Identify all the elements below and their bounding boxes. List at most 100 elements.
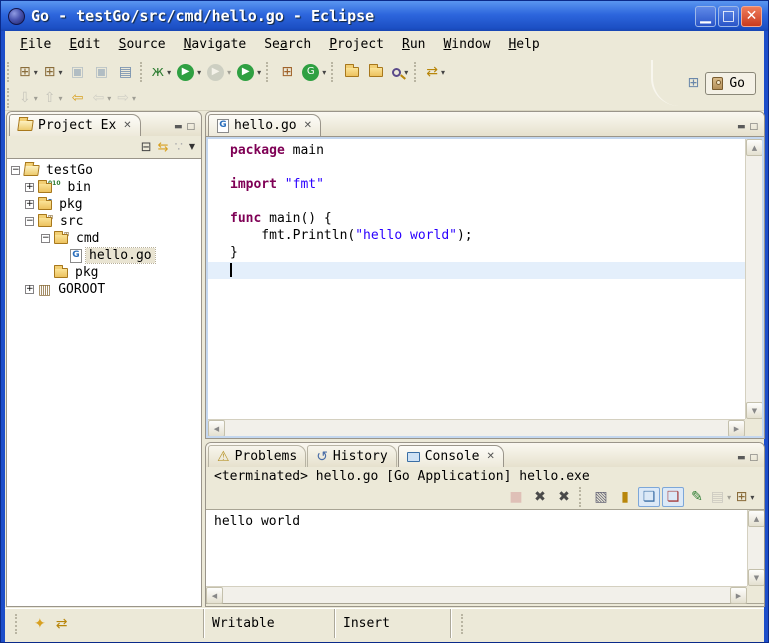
expander-icon[interactable]: + bbox=[25, 285, 34, 294]
display-console-button[interactable]: ▤▾ bbox=[710, 487, 732, 507]
expander-icon[interactable]: − bbox=[11, 166, 20, 175]
tree-item-pkg-2[interactable]: pkg bbox=[7, 264, 201, 281]
menu-project[interactable]: Project bbox=[320, 34, 393, 55]
maximize-editor-icon[interactable]: □ bbox=[749, 123, 758, 132]
expander-icon[interactable]: − bbox=[41, 234, 50, 243]
scroll-down-button[interactable]: ▼ bbox=[748, 569, 765, 586]
expander-icon[interactable]: + bbox=[25, 200, 34, 209]
maximize-button[interactable]: □ bbox=[718, 6, 739, 27]
scroll-up-button[interactable]: ▲ bbox=[748, 510, 765, 527]
scroll-left-button[interactable]: ◀ bbox=[206, 587, 223, 604]
console-horizontal-scrollbar[interactable]: ◀ ▶ bbox=[206, 586, 747, 603]
open-console-button[interactable]: ⊞▾ bbox=[734, 487, 756, 507]
tab-project-explorer[interactable]: Project Ex ✕ bbox=[9, 114, 141, 136]
scroll-down-button[interactable]: ▼ bbox=[746, 402, 762, 419]
console-vertical-scrollbar[interactable]: ▲ ▼ bbox=[747, 510, 764, 586]
clear-console-button[interactable]: ▧ bbox=[590, 487, 612, 507]
run-history-button[interactable]: ▶▾ bbox=[204, 60, 234, 84]
menu-file[interactable]: File bbox=[11, 34, 60, 55]
new-button[interactable]: ⊞▾ bbox=[16, 60, 41, 84]
collapse-all-icon[interactable]: ⊟ bbox=[141, 141, 152, 154]
menu-navigate[interactable]: Navigate bbox=[175, 34, 256, 55]
minimize-view-icon[interactable]: ▬ bbox=[174, 123, 183, 132]
tab-problems[interactable]: ⚠ Problems bbox=[208, 445, 306, 467]
dropdown-icon[interactable]: ▾ bbox=[441, 68, 445, 77]
dropdown-icon[interactable]: ▾ bbox=[197, 68, 201, 77]
minimize-button[interactable]: ▁ bbox=[695, 6, 716, 27]
minimize-editor-icon[interactable]: ▬ bbox=[737, 123, 746, 132]
tree-item-pkg[interactable]: + ▪ pkg bbox=[7, 196, 201, 213]
tree-item-src[interactable]: − ⊞ src bbox=[7, 213, 201, 230]
tree-item-goroot[interactable]: + ▥ GOROOT bbox=[7, 281, 201, 298]
terminate-button[interactable]: ■ bbox=[505, 487, 527, 507]
scroll-left-button[interactable]: ◀ bbox=[208, 420, 225, 436]
maximize-console-icon[interactable]: □ bbox=[749, 454, 758, 463]
previous-annotation-button[interactable]: ⇧▾ bbox=[41, 86, 66, 110]
scroll-lock-button[interactable]: ▮ bbox=[614, 487, 636, 507]
open-perspective-button[interactable]: ⊞ bbox=[681, 71, 705, 95]
save-all-button[interactable]: ▣ bbox=[90, 60, 114, 84]
run-button[interactable]: ▶▾ bbox=[174, 60, 204, 84]
menu-window[interactable]: Window bbox=[434, 34, 499, 55]
tab-hello-go[interactable]: G hello.go ✕ bbox=[208, 114, 321, 136]
dropdown-icon[interactable]: ▾ bbox=[404, 68, 408, 77]
scroll-right-button[interactable]: ▶ bbox=[728, 420, 745, 436]
dropdown-icon[interactable]: ▾ bbox=[322, 68, 326, 77]
view-switch-icon[interactable]: ⇄ bbox=[56, 617, 68, 631]
editor-horizontal-scrollbar[interactable]: ◀ ▶ bbox=[208, 419, 745, 436]
pin-console-button[interactable]: ✎ bbox=[686, 487, 708, 507]
dropdown-icon[interactable]: ▾ bbox=[750, 493, 754, 502]
next-annotation-button[interactable]: ⇩▾ bbox=[16, 86, 41, 110]
debug-button[interactable]: ж▾ bbox=[149, 60, 175, 84]
show-stderr-button[interactable]: ❏ bbox=[662, 487, 684, 507]
new-go-file-button[interactable]: G▾ bbox=[299, 60, 329, 84]
last-edit-location-button[interactable]: ⇦ bbox=[66, 86, 90, 110]
remove-all-launches-button[interactable]: ✖ bbox=[553, 487, 575, 507]
dropdown-icon[interactable]: ▾ bbox=[58, 68, 62, 77]
back-button[interactable]: ⇦▾ bbox=[90, 86, 115, 110]
menu-source[interactable]: Source bbox=[110, 34, 175, 55]
external-tools-button[interactable]: ▶▾ bbox=[234, 60, 264, 84]
save-button[interactable]: ▣ bbox=[66, 60, 90, 84]
tab-console[interactable]: Console ✕ bbox=[398, 445, 504, 467]
maximize-view-icon[interactable]: □ bbox=[186, 123, 195, 132]
code-editor[interactable]: package main import "fmt" func main() { … bbox=[208, 139, 762, 436]
new-project-button[interactable]: ⊞▾ bbox=[41, 60, 66, 84]
sync-button[interactable]: ⇄▾ bbox=[423, 60, 448, 84]
open-folder-button[interactable] bbox=[364, 60, 388, 84]
tree-item-hello-go[interactable]: G hello.go bbox=[7, 247, 201, 264]
editor-vertical-scrollbar[interactable]: ▲ ▼ bbox=[745, 139, 762, 419]
close-console-icon[interactable]: ✕ bbox=[487, 451, 495, 462]
close-view-icon[interactable]: ✕ bbox=[123, 120, 131, 131]
scroll-right-button[interactable]: ▶ bbox=[730, 587, 747, 604]
link-with-editor-icon[interactable]: ⇆ bbox=[158, 141, 169, 154]
console-output-area[interactable]: hello world ▲ ▼ ◀ ▶ bbox=[206, 509, 764, 604]
menu-run[interactable]: Run bbox=[393, 34, 434, 55]
menu-edit[interactable]: Edit bbox=[60, 34, 109, 55]
tab-history[interactable]: ↺ History bbox=[307, 445, 397, 467]
menu-search[interactable]: Search bbox=[255, 34, 320, 55]
expander-icon[interactable]: + bbox=[25, 183, 34, 192]
expander-icon[interactable]: − bbox=[25, 217, 34, 226]
print-button[interactable]: ▤ bbox=[114, 60, 138, 84]
show-stdout-button[interactable]: ❏ bbox=[638, 487, 660, 507]
new-go-package-button[interactable]: ⊞ bbox=[275, 60, 299, 84]
forward-button[interactable]: ⇨▾ bbox=[114, 86, 139, 110]
scroll-up-button[interactable]: ▲ bbox=[746, 139, 762, 156]
open-resource-button[interactable] bbox=[340, 60, 364, 84]
filters-icon[interactable]: ∵ bbox=[175, 141, 183, 154]
tree-item-testgo[interactable]: − testGo bbox=[7, 162, 201, 179]
menu-help[interactable]: Help bbox=[499, 34, 548, 55]
dropdown-icon[interactable]: ▾ bbox=[257, 68, 261, 77]
fast-view-icon[interactable]: ✦ bbox=[34, 617, 46, 631]
dropdown-icon[interactable]: ▾ bbox=[227, 68, 231, 77]
search-button[interactable]: ▾ bbox=[388, 60, 412, 84]
close-button[interactable]: ✕ bbox=[741, 6, 762, 27]
close-editor-icon[interactable]: ✕ bbox=[304, 120, 312, 131]
tree-item-bin[interactable]: + 010 bin bbox=[7, 179, 201, 196]
minimize-console-icon[interactable]: ▬ bbox=[737, 454, 746, 463]
tree-item-cmd[interactable]: − ⊞ cmd bbox=[7, 230, 201, 247]
view-menu-icon[interactable]: ▼ bbox=[189, 143, 195, 151]
dropdown-icon[interactable]: ▾ bbox=[34, 68, 38, 77]
go-perspective-button[interactable]: Go bbox=[705, 72, 756, 95]
